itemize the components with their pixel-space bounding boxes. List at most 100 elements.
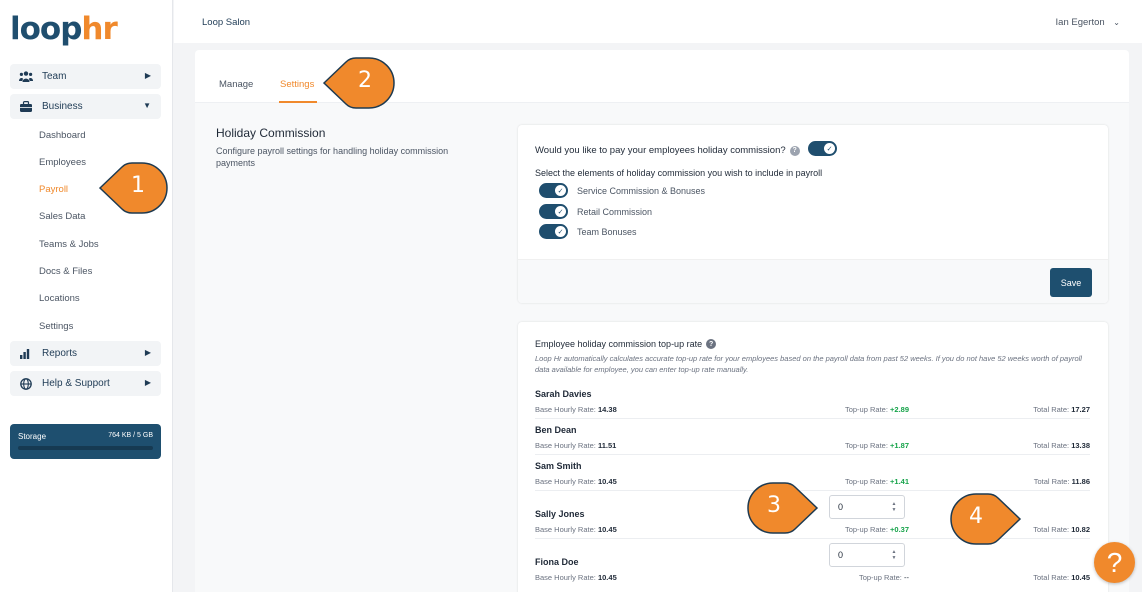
row-divider <box>535 454 1090 455</box>
row-divider <box>535 418 1090 419</box>
sidebar-group-team[interactable]: Team ▶ <box>10 64 161 89</box>
topup-title-text: Employee holiday commission top-up rate <box>535 339 703 349</box>
caret-down-icon: ▼ <box>143 101 151 110</box>
topup-rate-value: +1.87 <box>890 441 909 450</box>
holiday-commission-toggle[interactable]: ✓ <box>808 141 837 156</box>
salon-name[interactable]: Loop Salon <box>202 17 250 28</box>
briefcase-icon <box>19 101 33 113</box>
help-circle-icon[interactable]: ? <box>706 339 717 349</box>
topup-rate-panel: Employee holiday commission top-up rate … <box>518 322 1108 592</box>
panel-footer <box>518 259 1108 303</box>
topup-rate-input[interactable]: 0 ▲ ▼ <box>829 543 905 567</box>
base-rate-label: Base Hourly Rate: <box>535 525 596 534</box>
base-rate-label: Base Hourly Rate: <box>535 477 596 486</box>
sidebar-item-employees[interactable]: Employees <box>39 157 86 168</box>
total-rate-label: Total Rate: <box>1033 573 1070 582</box>
topup-input-value: 0 <box>838 502 844 512</box>
employee-name: Fiona Doe <box>535 557 579 567</box>
topup-panel-description: Loop Hr automatically calculates accurat… <box>535 354 1082 374</box>
total-rate-value: 11.86 <box>1071 477 1090 486</box>
help-circle-icon[interactable]: ? <box>789 145 800 156</box>
topup-input-value: 0 <box>838 550 844 560</box>
topup-rate-label: Top-up Rate: <box>844 405 888 414</box>
topup-rate-value: +2.89 <box>890 405 909 414</box>
holiday-commission-panel: Would you like to pay your employees hol… <box>518 125 1108 303</box>
topup-rate-value: +0.37 <box>890 525 909 534</box>
question-mark-icon: ? <box>1106 546 1123 578</box>
caret-right-icon: ▶ <box>144 71 151 80</box>
save-button[interactable]: Save <box>1050 268 1092 297</box>
total-rate-value: 17.27 <box>1071 405 1090 414</box>
callout-marker-4: 4 <box>950 492 1022 546</box>
topup-panel-title: Employee holiday commission top-up rate … <box>535 339 717 349</box>
globe-icon <box>19 377 33 390</box>
section-title: Holiday Commission <box>216 126 326 140</box>
sidebar-item-dashboard[interactable]: Dashboard <box>39 130 85 141</box>
topup-rate-label: Top-up Rate: <box>844 525 888 534</box>
base-rate-label: Base Hourly Rate: <box>535 441 596 450</box>
base-rate-value: 11.51 <box>597 441 617 450</box>
logo-text-hr: hr <box>81 11 117 47</box>
tab-settings[interactable]: Settings <box>280 79 314 90</box>
sidebar-group-team-label: Team <box>42 71 67 82</box>
tab-manage[interactable]: Manage <box>219 79 253 90</box>
sidebar-item-docs-files[interactable]: Docs & Files <box>39 266 92 277</box>
callout-number: 1 <box>131 173 145 198</box>
sidebar-item-teams-jobs[interactable]: Teams & Jobs <box>39 239 99 250</box>
total-rate-label: Total Rate: <box>1033 405 1070 414</box>
topup-rate-value: -- <box>904 573 909 582</box>
sidebar-item-payroll[interactable]: Payroll <box>39 184 68 195</box>
sidebar-item-locations[interactable]: Locations <box>39 293 80 304</box>
top-header: Loop Salon Ian Egerton ⌄ <box>174 0 1142 43</box>
base-rate-value: 10.45 <box>597 477 617 486</box>
question-text: Would you like to pay your employees hol… <box>535 145 786 156</box>
select-elements-text: Select the elements of holiday commissio… <box>535 168 823 178</box>
total-rate-value: 10.45 <box>1071 573 1090 582</box>
sidebar-group-help[interactable]: Help & Support ▶ <box>10 371 161 396</box>
callout-number: 3 <box>767 493 781 518</box>
check-icon: ✓ <box>555 206 566 217</box>
sidebar-group-reports-label: Reports <box>42 348 78 359</box>
base-rate-value: 10.45 <box>597 525 617 534</box>
retail-commission-toggle[interactable]: ✓ <box>539 204 568 219</box>
check-icon: ✓ <box>824 143 835 154</box>
users-icon <box>19 71 33 83</box>
sidebar-item-settings[interactable]: Settings <box>39 321 73 332</box>
team-bonuses-toggle[interactable]: ✓ <box>539 224 568 239</box>
topup-rate-input[interactable]: 0 ▲ ▼ <box>829 495 905 519</box>
chevron-down-icon: ⌄ <box>1113 18 1120 27</box>
help-fab-button[interactable]: ? <box>1094 542 1135 583</box>
topup-rate-label: Top-up Rate: <box>844 441 888 450</box>
team-bonuses-label: Team Bonuses <box>577 227 637 237</box>
callout-marker-1: 1 <box>98 161 168 215</box>
base-rate-value: 14.38 <box>597 405 617 414</box>
callout-number: 2 <box>358 68 372 93</box>
app-logo[interactable]: loop hr <box>10 10 118 47</box>
topup-rate-value: +1.41 <box>890 477 909 486</box>
sidebar-item-sales-data[interactable]: Sales Data <box>39 211 85 222</box>
storage-widget: Storage 764 KB / 5 GB <box>10 424 161 459</box>
logo-text-loop: loop <box>10 11 82 47</box>
sidebar-group-reports[interactable]: Reports ▶ <box>10 341 161 366</box>
spinner-arrows-icon[interactable]: ▲ ▼ <box>890 549 898 561</box>
storage-value: 764 KB / 5 GB <box>108 432 153 439</box>
user-menu[interactable]: Ian Egerton ⌄ <box>1056 17 1120 28</box>
spinner-arrows-icon[interactable]: ▲ ▼ <box>890 501 898 513</box>
storage-progress-bar <box>18 446 153 450</box>
base-rate-value: 10.45 <box>597 573 617 582</box>
retail-commission-label: Retail Commission <box>577 207 653 217</box>
service-commission-toggle[interactable]: ✓ <box>539 183 568 198</box>
total-rate-label: Total Rate: <box>1033 441 1070 450</box>
base-rate-label: Base Hourly Rate: <box>535 405 596 414</box>
callout-marker-2: 2 <box>322 57 396 109</box>
employee-name: Sam Smith <box>535 461 582 471</box>
caret-right-icon: ▶ <box>144 378 151 387</box>
total-rate-label: Total Rate: <box>1033 525 1070 534</box>
employee-name: Sally Jones <box>535 509 585 519</box>
sidebar-group-help-label: Help & Support <box>42 378 110 389</box>
sidebar-group-business[interactable]: Business ▼ <box>10 94 161 119</box>
total-rate-value: 13.38 <box>1071 441 1090 450</box>
storage-label: Storage <box>18 432 47 441</box>
sidebar-group-business-label: Business <box>42 101 83 112</box>
employee-name: Ben Dean <box>535 425 577 435</box>
